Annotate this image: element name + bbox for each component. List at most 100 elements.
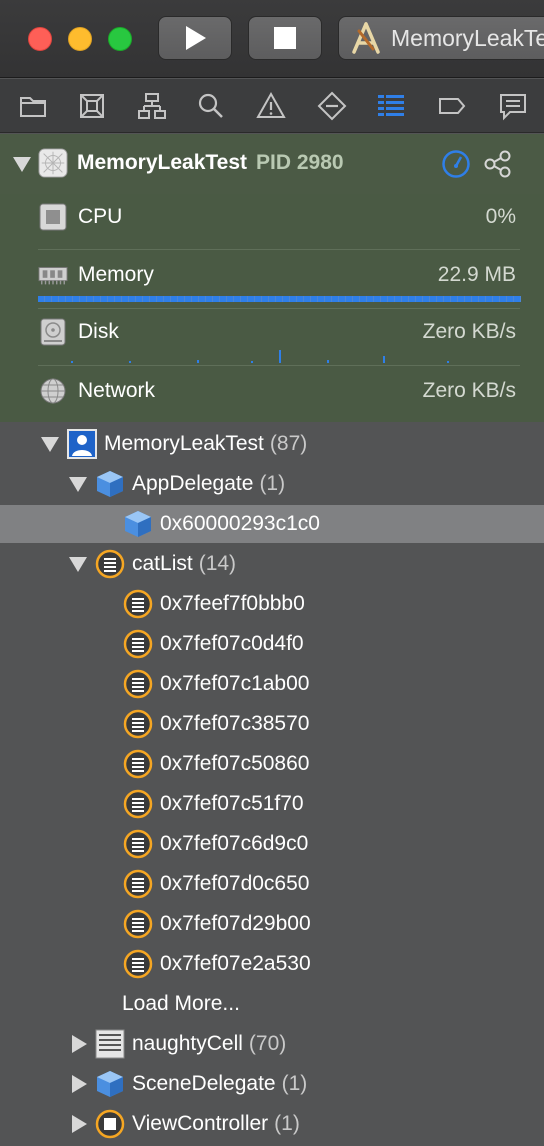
search-icon[interactable]	[196, 91, 226, 121]
view-controller-label: ViewController	[132, 1112, 269, 1135]
memory-chip-icon	[38, 260, 70, 290]
tree-row-cat-list-instance[interactable]: 0x7fef07d0c650	[0, 865, 544, 903]
instance-address: 0x7fef07c50860	[160, 752, 310, 775]
tree-row-cat-list-instance[interactable]: 0x7fef07c38570	[0, 705, 544, 743]
disclosure-triangle-collapsed[interactable]	[72, 1115, 87, 1133]
instance-address: 0x7fef07d0c650	[160, 872, 310, 895]
tree-row-scene-delegate[interactable]: SceneDelegate (1)	[0, 1065, 544, 1103]
folder-icon[interactable]	[18, 91, 48, 121]
class-cube-icon	[95, 1069, 125, 1099]
array-object-icon	[123, 629, 153, 659]
network-label: Network	[78, 379, 156, 402]
disclosure-triangle-collapsed[interactable]	[72, 1075, 87, 1093]
gauge-icon[interactable]	[441, 149, 471, 179]
zoom-window-button[interactable]	[108, 27, 132, 51]
array-object-icon	[123, 869, 153, 899]
disk-activity-sparkline	[71, 350, 449, 363]
disclosure-triangle-expanded[interactable]	[13, 157, 31, 172]
minimize-window-button[interactable]	[68, 27, 92, 51]
scene-delegate-label: SceneDelegate	[132, 1072, 276, 1095]
instance-address: 0x7feef7f0bbb0	[160, 592, 305, 615]
array-object-icon	[123, 829, 153, 859]
disk-icon	[38, 317, 68, 347]
memory-label: Memory	[78, 263, 154, 286]
report-icon[interactable]	[498, 91, 528, 121]
debug-gauges: CPU 0% Memory 22.9 MB Disk Zero KB/s Net…	[0, 194, 544, 422]
array-object-icon	[123, 789, 153, 819]
debug-navigator-icon[interactable]	[376, 91, 406, 121]
load-more-row[interactable]: Load More...	[0, 985, 544, 1023]
cpu-icon	[38, 202, 68, 232]
disclosure-triangle-collapsed[interactable]	[72, 1035, 87, 1053]
process-header[interactable]: MemoryLeakTest PID 2980	[0, 134, 544, 194]
navigator-tab-bar	[0, 79, 544, 133]
tree-row-app-delegate-instance[interactable]: 0x60000293c1c0	[0, 505, 544, 543]
instance-address: 0x7fef07d29b00	[160, 912, 311, 935]
tree-row-cat-list-instance[interactable]: 0x7fef07c0d4f0	[0, 625, 544, 663]
tree-row-cat-list-instance[interactable]: 0x7fef07c1ab00	[0, 665, 544, 703]
close-window-button[interactable]	[28, 27, 52, 51]
tree-row-naughty-cell[interactable]: naughtyCell (70)	[0, 1025, 544, 1063]
array-object-icon	[123, 589, 153, 619]
disk-label: Disk	[78, 320, 119, 343]
instance-address: 0x7fef07c0d4f0	[160, 632, 304, 655]
breakpoint-icon[interactable]	[437, 91, 467, 121]
warning-icon[interactable]	[256, 91, 286, 121]
source-control-icon[interactable]	[77, 91, 107, 121]
disclosure-triangle-expanded[interactable]	[69, 557, 87, 572]
memory-gauge[interactable]: Memory 22.9 MB	[0, 250, 544, 308]
scene-delegate-count: (1)	[281, 1072, 308, 1095]
process-name: MemoryLeakTest	[77, 151, 248, 174]
naughty-cell-label: naughtyCell	[132, 1032, 243, 1055]
instance-address: 0x7fef07e2a530	[160, 952, 311, 975]
view-controller-icon	[95, 1109, 125, 1139]
tree-row-cat-list-instance[interactable]: 0x7feef7f0bbb0	[0, 585, 544, 623]
network-value: Zero KB/s	[422, 379, 516, 402]
class-cube-icon	[95, 469, 125, 499]
tree-row-cat-list-instance[interactable]: 0x7fef07c51f70	[0, 785, 544, 823]
app-delegate-instance-address: 0x60000293c1c0	[160, 512, 320, 535]
cat-list-count: (14)	[198, 552, 237, 575]
cpu-label: CPU	[78, 205, 123, 228]
stop-icon	[274, 27, 296, 49]
app-delegate-count: (1)	[259, 472, 286, 495]
app-icon	[38, 148, 70, 180]
scheme-selector[interactable]: MemoryLeakTe	[338, 16, 544, 60]
tree-row-cat-list[interactable]: catList (14)	[0, 545, 544, 583]
app-delegate-label: AppDelegate	[132, 472, 254, 495]
disk-value: Zero KB/s	[422, 320, 516, 343]
table-cell-icon	[95, 1029, 125, 1059]
class-cube-icon	[123, 509, 153, 539]
scheme-name: MemoryLeakTe	[391, 24, 544, 51]
instance-address: 0x7fef07c38570	[160, 712, 310, 735]
naughty-cell-count: (70)	[248, 1032, 287, 1055]
instance-address: 0x7fef07c1ab00	[160, 672, 310, 695]
instance-address: 0x7fef07c6d9c0	[160, 832, 309, 855]
memory-graph-icon[interactable]	[483, 149, 513, 179]
array-object-icon	[123, 709, 153, 739]
load-more-link[interactable]: Load More...	[122, 992, 240, 1016]
network-gauge[interactable]: Network Zero KB/s	[0, 366, 544, 422]
disclosure-triangle-expanded[interactable]	[69, 477, 87, 492]
tree-row-root[interactable]: MemoryLeakTest (87)	[0, 425, 544, 463]
network-globe-icon	[38, 376, 68, 406]
root-label: MemoryLeakTest	[104, 432, 264, 455]
hierarchy-icon[interactable]	[137, 91, 167, 121]
process-pid: PID 2980	[256, 151, 344, 174]
run-button[interactable]	[158, 16, 232, 60]
test-diamond-icon[interactable]	[317, 91, 347, 121]
tree-row-cat-list-instance[interactable]: 0x7fef07c6d9c0	[0, 825, 544, 863]
tree-row-view-controller[interactable]: ViewController (1)	[0, 1105, 544, 1143]
tree-row-cat-list-instance[interactable]: 0x7fef07d29b00	[0, 905, 544, 943]
disk-gauge[interactable]: Disk Zero KB/s	[0, 309, 544, 365]
cpu-gauge[interactable]: CPU 0%	[0, 194, 544, 250]
tree-row-app-delegate[interactable]: AppDelegate (1)	[0, 465, 544, 503]
array-object-icon	[95, 549, 125, 579]
disclosure-triangle-expanded[interactable]	[41, 437, 59, 452]
stop-button[interactable]	[248, 16, 322, 60]
tree-row-cat-list-instance[interactable]: 0x7fef07c50860	[0, 745, 544, 783]
array-object-icon	[123, 909, 153, 939]
tree-row-cat-list-instance[interactable]: 0x7fef07e2a530	[0, 945, 544, 983]
instance-address: 0x7fef07c51f70	[160, 792, 304, 815]
root-count: (87)	[269, 432, 308, 455]
